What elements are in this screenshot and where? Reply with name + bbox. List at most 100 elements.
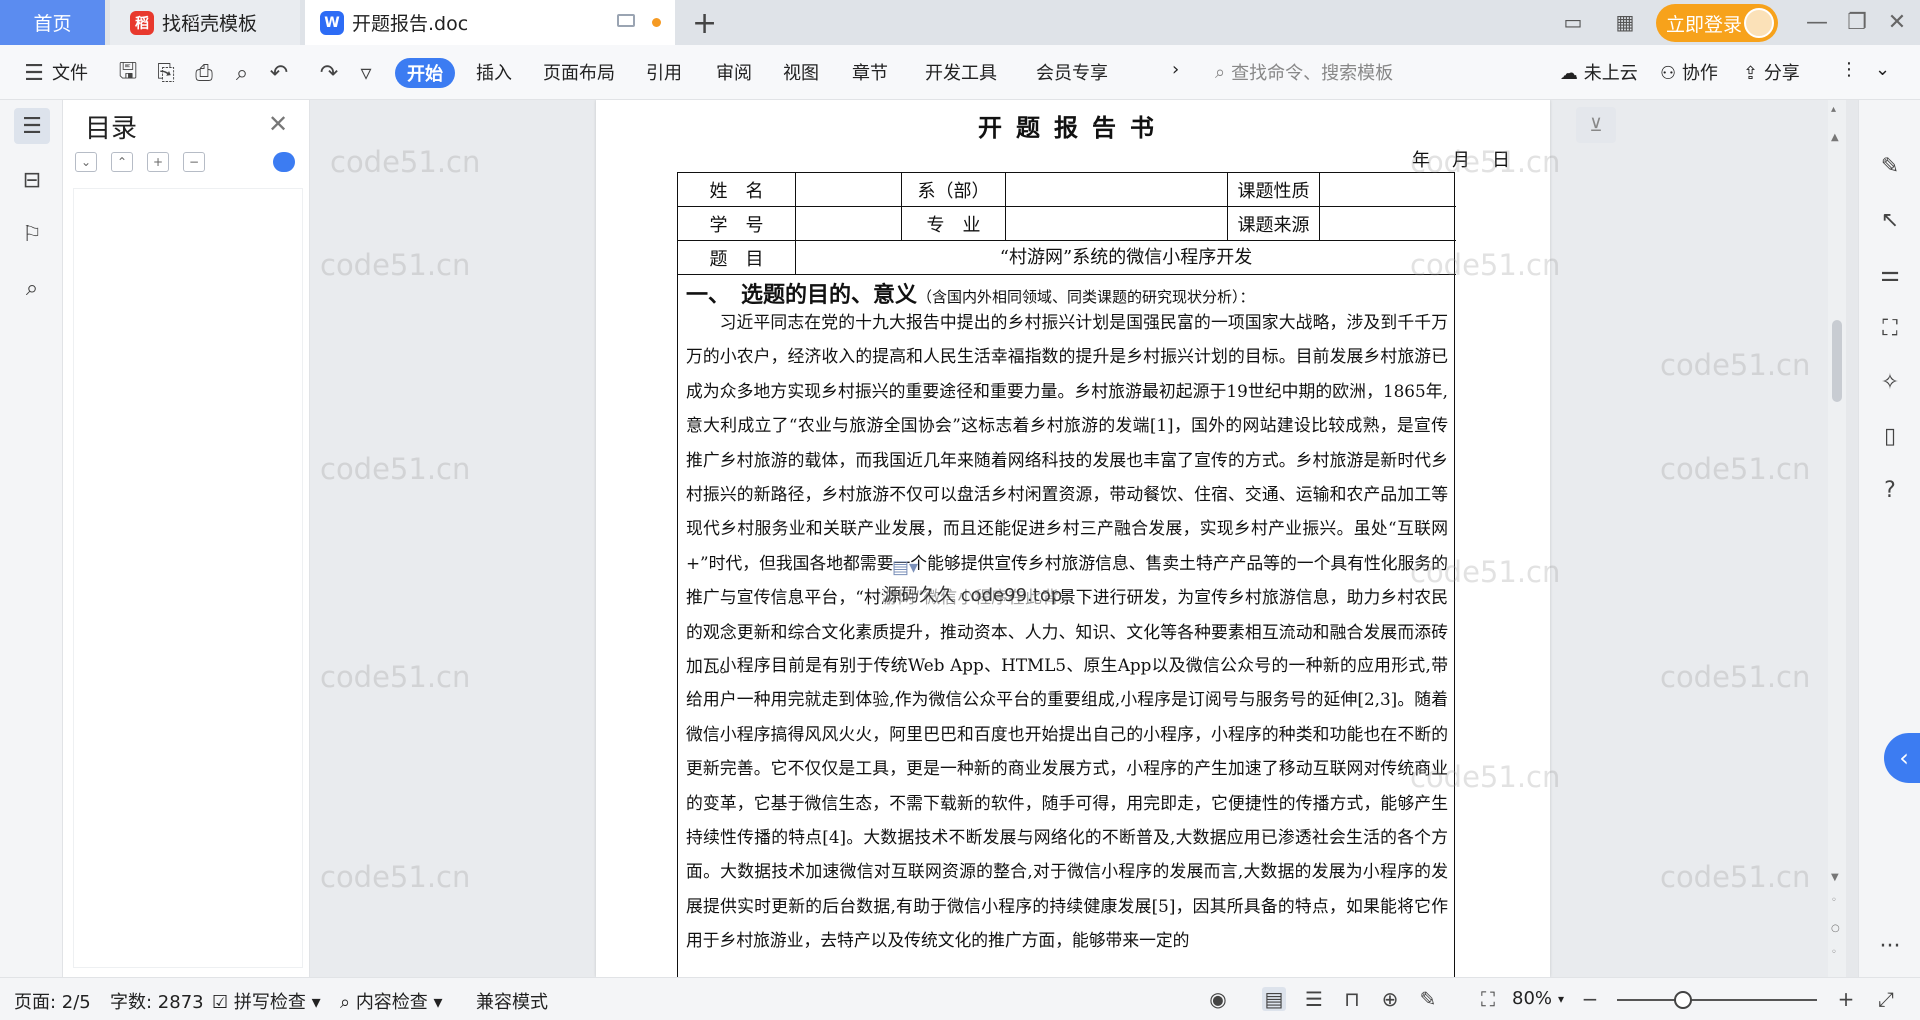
prev-page-icon[interactable]: ◦	[1831, 895, 1837, 906]
format-toggle-icon[interactable]: ⊻	[1576, 107, 1616, 143]
zoom-dropdown-icon[interactable]: ▾	[1558, 992, 1564, 1006]
form-id-value[interactable]	[796, 207, 902, 241]
smart-toc-icon[interactable]	[273, 152, 295, 172]
watermark-text: code51.cn	[1660, 348, 1811, 382]
layout-icon[interactable]: ▭	[1560, 10, 1586, 34]
document-page[interactable]: 开题报告书 年 月 日 姓 名 系（部） 课题性质 学 号 专 业 课题来源 题…	[596, 100, 1550, 977]
next-page-icon[interactable]: ◦	[1831, 947, 1837, 958]
help-icon[interactable]: ?	[1874, 474, 1906, 506]
style-palette-icon[interactable]: ⛶	[1874, 312, 1906, 344]
spell-check-label: 拼写检查	[233, 992, 306, 1013]
page-view-icon[interactable]: ▤	[1262, 987, 1286, 1011]
file-menu[interactable]: 文件	[52, 59, 88, 85]
zoom-out-icon[interactable]: −	[1578, 987, 1602, 1011]
monitor-icon[interactable]	[617, 14, 635, 27]
print-preview-icon[interactable]: ⌕	[228, 59, 256, 87]
scroll-up-icon[interactable]: ▲	[1831, 132, 1839, 143]
adjust-sliders-icon[interactable]: ⚌	[1874, 258, 1906, 290]
navigation-icon[interactable]: ⊟	[14, 162, 50, 198]
menu-icon[interactable]: ☰	[20, 59, 48, 87]
close-icon[interactable]: ✕	[268, 110, 288, 138]
export-icon[interactable]: ⎘	[152, 59, 180, 87]
page-indicator[interactable]: 页面: 2/5	[14, 988, 91, 1014]
redo-icon[interactable]: ↷	[315, 59, 343, 87]
eye-protection-icon[interactable]: ◉	[1206, 987, 1230, 1011]
toc-panel-icon[interactable]: ☰	[14, 108, 50, 144]
undo-icon[interactable]: ↶	[265, 59, 293, 87]
collab-button[interactable]: ⚇ 协作	[1660, 59, 1718, 85]
ribbon-tab-developer[interactable]: 开发工具	[925, 59, 997, 85]
paragraph-1[interactable]: 习近平同志在党的十九大报告中提出的乡村振兴计划是国强民富的一项国家大战略，涉及到…	[686, 305, 1448, 683]
zoom-in-icon[interactable]: +	[1834, 987, 1858, 1011]
ribbon-tab-view[interactable]: 视图	[783, 59, 819, 85]
paragraph-2[interactable]: 小程序目前是有别于传统Web App、HTML5、原生App以及微信公众号的一种…	[686, 648, 1448, 958]
ribbon-more-icon[interactable]: ›	[1172, 59, 1179, 80]
share-button[interactable]: ⇪ 分享	[1743, 59, 1800, 85]
more-options-icon[interactable]: ⋮	[1840, 59, 1858, 80]
more-tools-icon[interactable]: ···	[1874, 930, 1906, 962]
ribbon-tab-layout[interactable]: 页面布局	[543, 59, 615, 85]
form-source-label: 课题来源	[1228, 207, 1320, 241]
vertical-scrollbar[interactable]: ▴ ▲ ▼ ◦ ○ ◦	[1828, 100, 1846, 977]
new-tab-plus-icon[interactable]: +	[692, 6, 717, 41]
expand-all-icon[interactable]: ⌃	[111, 152, 133, 172]
ribbon-tab-references[interactable]: 引用	[646, 59, 682, 85]
tab-home[interactable]: 首页	[0, 0, 105, 45]
fit-page-icon[interactable]: ⛶	[1476, 987, 1500, 1011]
pen-edit-icon[interactable]: ✎	[1874, 150, 1906, 182]
select-pointer-icon[interactable]: ↖	[1874, 204, 1906, 236]
customize-dropdown-icon[interactable]: ▿	[352, 59, 380, 87]
ribbon-tab-member[interactable]: 会员专享	[1036, 59, 1108, 85]
form-dept-value[interactable]	[1006, 173, 1228, 207]
minimize-icon[interactable]: —	[1797, 6, 1837, 38]
zoom-level[interactable]: 80%	[1512, 988, 1552, 1009]
form-nature-value[interactable]	[1320, 173, 1456, 207]
form-source-value[interactable]	[1320, 207, 1456, 241]
write-mode-icon[interactable]: ✎	[1416, 987, 1440, 1011]
collapse-all-icon[interactable]: ⌄	[75, 152, 97, 172]
read-mode-icon[interactable]: ▯	[1874, 420, 1906, 452]
form-topic-value[interactable]: “村游网”系统的微信小程序开发	[796, 241, 1456, 275]
print-icon[interactable]: ⎙	[190, 59, 218, 87]
ribbon-tab-review[interactable]: 审阅	[716, 59, 752, 85]
web-view-icon[interactable]: ⊕	[1378, 987, 1402, 1011]
zoom-slider-thumb[interactable]	[1674, 991, 1692, 1009]
scroll-top-icon[interactable]: ▴	[1831, 104, 1836, 115]
ribbon-tab-start[interactable]: 开始	[395, 58, 455, 88]
command-search[interactable]: ⌕ 查找命令、搜索模板	[1215, 59, 1393, 85]
cloud-status-button[interactable]: ☁ 未上云	[1560, 59, 1638, 85]
spell-check-button[interactable]: ☑ 拼写检查 ▾	[212, 988, 321, 1014]
scroll-down-icon[interactable]: ▼	[1831, 872, 1839, 883]
reading-view-icon[interactable]: ⊓	[1340, 987, 1364, 1011]
tab-template[interactable]: 稻 找稻壳模板	[110, 0, 300, 45]
outline-view-icon[interactable]: ☰	[1302, 987, 1326, 1011]
bookmark-icon[interactable]: ⚐	[14, 216, 50, 252]
ai-assistant-icon[interactable]: ✧	[1874, 366, 1906, 398]
paragraph-layout-icon[interactable]: ▤▾	[892, 557, 918, 578]
collapse-ribbon-icon[interactable]: ⌄	[1875, 59, 1890, 80]
watermark-text: code51.cn	[320, 452, 471, 486]
word-count[interactable]: 字数: 2873	[110, 988, 204, 1014]
zoom-slider[interactable]	[1617, 991, 1817, 1009]
scrollbar-thumb[interactable]	[1832, 320, 1842, 402]
save-icon[interactable]: 🖫	[114, 59, 142, 87]
form-major-value[interactable]	[1006, 207, 1228, 241]
select-browse-icon[interactable]: ○	[1831, 923, 1840, 934]
ribbon-tab-insert[interactable]: 插入	[476, 59, 512, 85]
form-name-value[interactable]	[796, 173, 902, 207]
close-window-icon[interactable]: ✕	[1877, 6, 1917, 38]
document-canvas[interactable]: 开题报告书 年 月 日 姓 名 系（部） 课题性质 学 号 专 业 课题来源 题…	[310, 100, 1840, 977]
status-bar: 页面: 2/5 字数: 2873 ☑ 拼写检查 ▾ ⌕ 内容检查 ▾ 兼容模式 …	[0, 977, 1920, 1020]
add-heading-icon[interactable]: +	[147, 152, 169, 172]
restore-icon[interactable]: ❐	[1837, 6, 1877, 38]
login-button[interactable]: 立即登录	[1656, 4, 1778, 42]
login-label: 立即登录	[1666, 13, 1743, 36]
tab-document[interactable]: W 开题报告.doc	[305, 0, 675, 45]
remove-heading-icon[interactable]: −	[183, 152, 205, 172]
fullscreen-icon[interactable]: ⤢	[1874, 987, 1898, 1011]
find-icon[interactable]: ⌕	[14, 270, 50, 306]
apps-grid-icon[interactable]: ▦	[1612, 10, 1638, 34]
watermark-text: code51.cn	[1660, 660, 1811, 694]
content-check-button[interactable]: ⌕ 内容检查 ▾	[340, 988, 443, 1014]
ribbon-tab-chapter[interactable]: 章节	[852, 59, 888, 85]
